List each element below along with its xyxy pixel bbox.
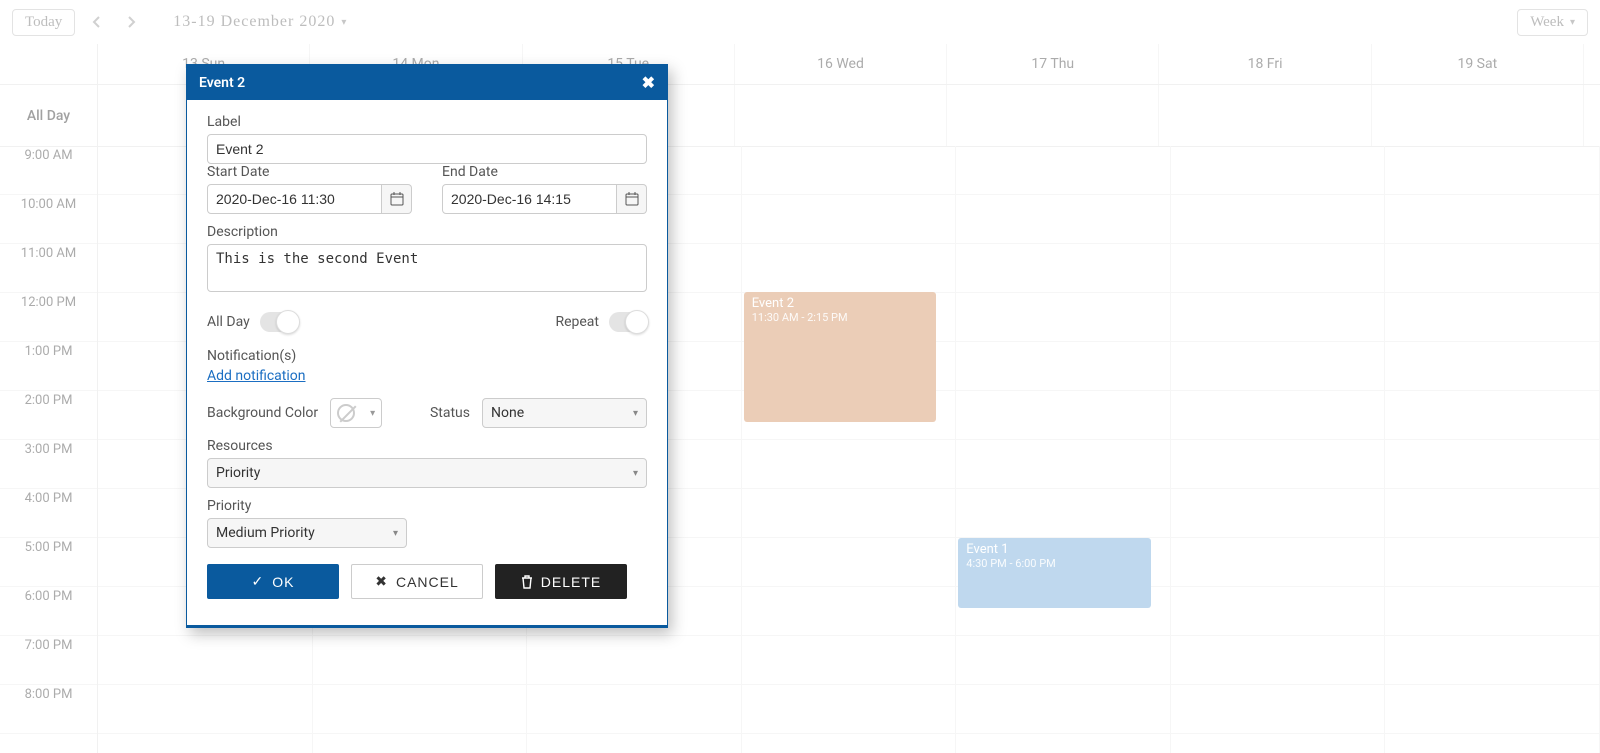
time-slot: 11:00 AM	[0, 244, 97, 293]
label-background-color: Background Color	[207, 405, 318, 421]
chevron-down-icon: ▾	[633, 408, 638, 419]
time-slot: 9:00 AM	[0, 146, 97, 195]
date-range-picker[interactable]: 13-19 December 2020 ▾	[173, 13, 347, 31]
modal-header[interactable]: Event 2 ✖	[187, 65, 667, 100]
start-date-input[interactable]	[207, 184, 382, 214]
label-all-day: All Day	[207, 314, 250, 330]
time-slot: 5:00 PM	[0, 538, 97, 587]
today-button[interactable]: Today	[12, 9, 75, 36]
allday-cell[interactable]	[947, 85, 1159, 146]
calendar-icon[interactable]	[382, 184, 412, 214]
time-slot: 10:00 AM	[0, 195, 97, 244]
no-color-icon	[337, 404, 355, 422]
time-slot: 4:00 PM	[0, 489, 97, 538]
day-header-sat: 19 Sat	[1372, 44, 1584, 84]
allday-label: All Day	[0, 85, 98, 146]
label-status: Status	[430, 405, 470, 421]
label-notifications: Notification(s)	[207, 348, 647, 364]
time-slot: 2:00 PM	[0, 391, 97, 440]
modal-title: Event 2	[199, 75, 245, 91]
event-block-event2[interactable]: Event 2 11:30 AM - 2:15 PM	[744, 292, 937, 422]
all-day-toggle[interactable]	[260, 312, 298, 332]
repeat-toggle[interactable]	[609, 312, 647, 332]
event-time: 11:30 AM - 2:15 PM	[752, 311, 929, 324]
time-slot: 1:00 PM	[0, 342, 97, 391]
event-edit-modal: Event 2 ✖ Label Start Date End Date	[186, 64, 668, 628]
chevron-down-icon: ▾	[393, 528, 398, 539]
status-select[interactable]: None ▾	[482, 398, 647, 428]
date-range-label: 13-19 December 2020	[173, 13, 335, 31]
time-slot: 3:00 PM	[0, 440, 97, 489]
calendar-icon[interactable]	[617, 184, 647, 214]
event-title: Event 2	[752, 296, 929, 311]
allday-cell[interactable]	[1159, 85, 1371, 146]
view-selector[interactable]: Week ▾	[1517, 9, 1588, 36]
resources-select[interactable]: Priority ▾	[207, 458, 647, 488]
label-label: Label	[207, 114, 647, 130]
event-time: 4:30 PM - 6:00 PM	[966, 557, 1143, 570]
label-end-date: End Date	[442, 164, 647, 180]
toolbar: Today 13-19 December 2020 ▾ Week ▾	[0, 0, 1600, 44]
chevron-down-icon: ▾	[370, 408, 375, 419]
day-header-wed: 16 Wed	[735, 44, 947, 84]
view-label: Week	[1530, 14, 1564, 31]
check-icon: ✓	[252, 573, 265, 590]
label-priority: Priority	[207, 498, 647, 514]
ok-button[interactable]: ✓ OK	[207, 564, 339, 599]
delete-label: DELETE	[541, 574, 601, 590]
resources-value: Priority	[216, 465, 260, 481]
time-slot: 12:00 PM	[0, 293, 97, 342]
close-icon: ✖	[375, 573, 388, 590]
label-resources: Resources	[207, 438, 647, 454]
chevron-down-icon: ▾	[633, 468, 638, 479]
label-start-date: Start Date	[207, 164, 412, 180]
label-input[interactable]	[207, 134, 647, 164]
allday-cell[interactable]	[1372, 85, 1584, 146]
time-slot: 6:00 PM	[0, 587, 97, 636]
chevron-down-icon: ▾	[1570, 17, 1575, 28]
ok-label: OK	[272, 574, 294, 590]
prev-arrow-icon[interactable]	[85, 10, 109, 34]
delete-button[interactable]: DELETE	[495, 564, 627, 599]
status-value: None	[491, 405, 524, 421]
cancel-button[interactable]: ✖ CANCEL	[351, 564, 483, 599]
trash-icon	[521, 575, 533, 589]
time-slot: 7:00 PM	[0, 636, 97, 685]
time-column: 9:00 AM 10:00 AM 11:00 AM 12:00 PM 1:00 …	[0, 146, 98, 753]
label-description: Description	[207, 224, 647, 240]
cancel-label: CANCEL	[396, 574, 459, 590]
close-icon[interactable]: ✖	[642, 73, 655, 92]
chevron-down-icon: ▾	[341, 17, 347, 28]
day-header-fri: 18 Fri	[1159, 44, 1371, 84]
time-slot: 8:00 PM	[0, 685, 97, 734]
priority-value: Medium Priority	[216, 525, 315, 541]
background-color-picker[interactable]: ▾	[330, 398, 382, 428]
description-input[interactable]	[207, 244, 647, 292]
priority-select[interactable]: Medium Priority ▾	[207, 518, 407, 548]
add-notification-link[interactable]: Add notification	[207, 368, 306, 384]
label-repeat: Repeat	[555, 314, 599, 330]
end-date-input[interactable]	[442, 184, 617, 214]
allday-cell[interactable]	[735, 85, 947, 146]
day-header-thu: 17 Thu	[947, 44, 1159, 84]
event-title: Event 1	[966, 542, 1143, 557]
next-arrow-icon[interactable]	[119, 10, 143, 34]
event-block-event1[interactable]: Event 1 4:30 PM - 6:00 PM	[958, 538, 1151, 608]
